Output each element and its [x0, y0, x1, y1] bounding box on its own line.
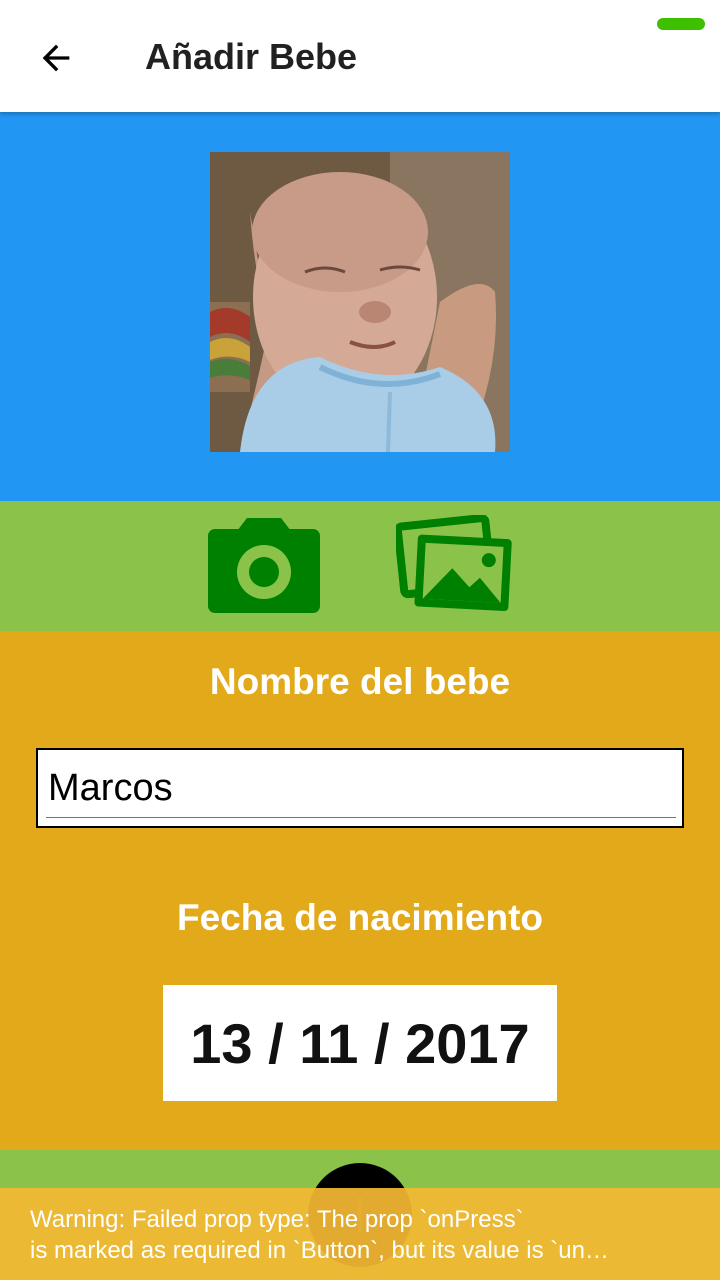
birthdate-label: Fecha de nacimiento — [177, 897, 543, 938]
arrow-back-icon — [42, 44, 70, 72]
page-title: Añadir Bebe — [145, 36, 358, 77]
photo-actions — [0, 501, 720, 631]
birthdate-value: 13 / 11 / 2017 — [190, 1011, 530, 1075]
birthdate-picker[interactable]: 13 / 11 / 2017 — [163, 985, 557, 1101]
back-button[interactable] — [26, 28, 86, 88]
name-field-container — [36, 748, 684, 828]
name-label: Nombre del bebe — [209, 661, 511, 702]
warning-line-2: is marked as required in `Button`, but i… — [30, 1237, 609, 1264]
warning-banner[interactable]: Warning: Failed prop type: The prop `onP… — [0, 1188, 720, 1280]
gallery-button[interactable] — [393, 514, 518, 619]
baby-photo — [210, 152, 510, 452]
app-bar: Añadir Bebe — [0, 0, 720, 112]
gallery-icon — [393, 514, 512, 612]
photo-section — [0, 112, 720, 501]
warning-line-1: Warning: Failed prop type: The prop `onP… — [30, 1206, 524, 1233]
status-indicator — [657, 18, 705, 30]
camera-button[interactable] — [205, 515, 325, 619]
name-input[interactable] — [46, 760, 676, 818]
baby-form: Nombre del bebe Fecha de nacimiento 13 /… — [0, 631, 720, 1150]
camera-icon — [208, 518, 320, 613]
